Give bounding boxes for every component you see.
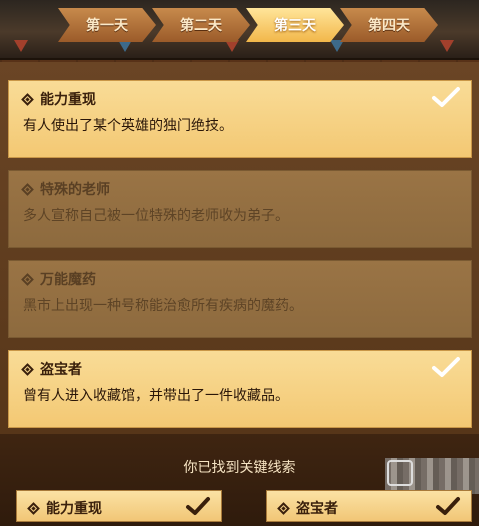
found-clue-chip[interactable]: 盗宝者: [266, 490, 472, 522]
clue-description: 黑市上出现一种号称能治愈所有疾病的魔药。: [23, 298, 303, 314]
clue-description: 多人宣称自己被一位特殊的老师收为弟子。: [23, 208, 289, 224]
tab-day-4[interactable]: 第四天: [340, 8, 438, 42]
checkmark-icon: [432, 87, 460, 107]
clue-title: 盗宝者: [40, 362, 82, 378]
clue-title: 能力重现: [40, 92, 96, 108]
checkmark-icon: [436, 497, 460, 515]
diamond-icon: [21, 272, 34, 286]
diamond-icon: [21, 182, 34, 196]
top-banner: 第一天 第二天 第三天 第四天: [0, 0, 479, 60]
checkmark-icon: [432, 357, 460, 377]
clue-card-teacher[interactable]: 特殊的老师 多人宣称自己被一位特殊的老师收为弟子。: [8, 170, 472, 248]
clue-card-thief[interactable]: 盗宝者 曾有人进入收藏馆，并带出了一件收藏品。: [8, 350, 472, 428]
clue-description: 曾有人进入收藏馆，并带出了一件收藏品。: [23, 388, 289, 404]
clue-card-ability[interactable]: 能力重现 有人使出了某个英雄的独门绝技。: [8, 80, 472, 158]
found-clue-label: 能力重现: [46, 501, 102, 517]
found-clue-chip[interactable]: 能力重现: [16, 490, 222, 522]
found-clues-section: 你已找到关键线索 能力重现 盗宝者: [0, 434, 479, 526]
diamond-icon: [277, 501, 290, 515]
blurred-icon: [387, 460, 413, 486]
tab-day-2[interactable]: 第二天: [152, 8, 250, 42]
clue-description: 有人使出了某个英雄的独门绝技。: [23, 118, 233, 134]
clue-panel: 能力重现 有人使出了某个英雄的独门绝技。 特殊的老师 多人宣称自己被一位特殊的老…: [0, 62, 479, 434]
found-clue-label: 盗宝者: [296, 501, 338, 517]
tab-day-3[interactable]: 第三天: [246, 8, 344, 42]
day-tabs: 第一天 第二天 第三天 第四天: [58, 8, 468, 44]
diamond-icon: [27, 501, 40, 515]
checkmark-icon: [186, 497, 210, 515]
diamond-icon: [21, 92, 34, 106]
bunting-flag: [14, 40, 28, 52]
diamond-icon: [21, 362, 34, 376]
clue-title: 特殊的老师: [40, 182, 110, 198]
clue-title: 万能魔药: [40, 272, 96, 288]
clue-card-potion[interactable]: 万能魔药 黑市上出现一种号称能治愈所有疾病的魔药。: [8, 260, 472, 338]
tab-day-1[interactable]: 第一天: [58, 8, 156, 42]
